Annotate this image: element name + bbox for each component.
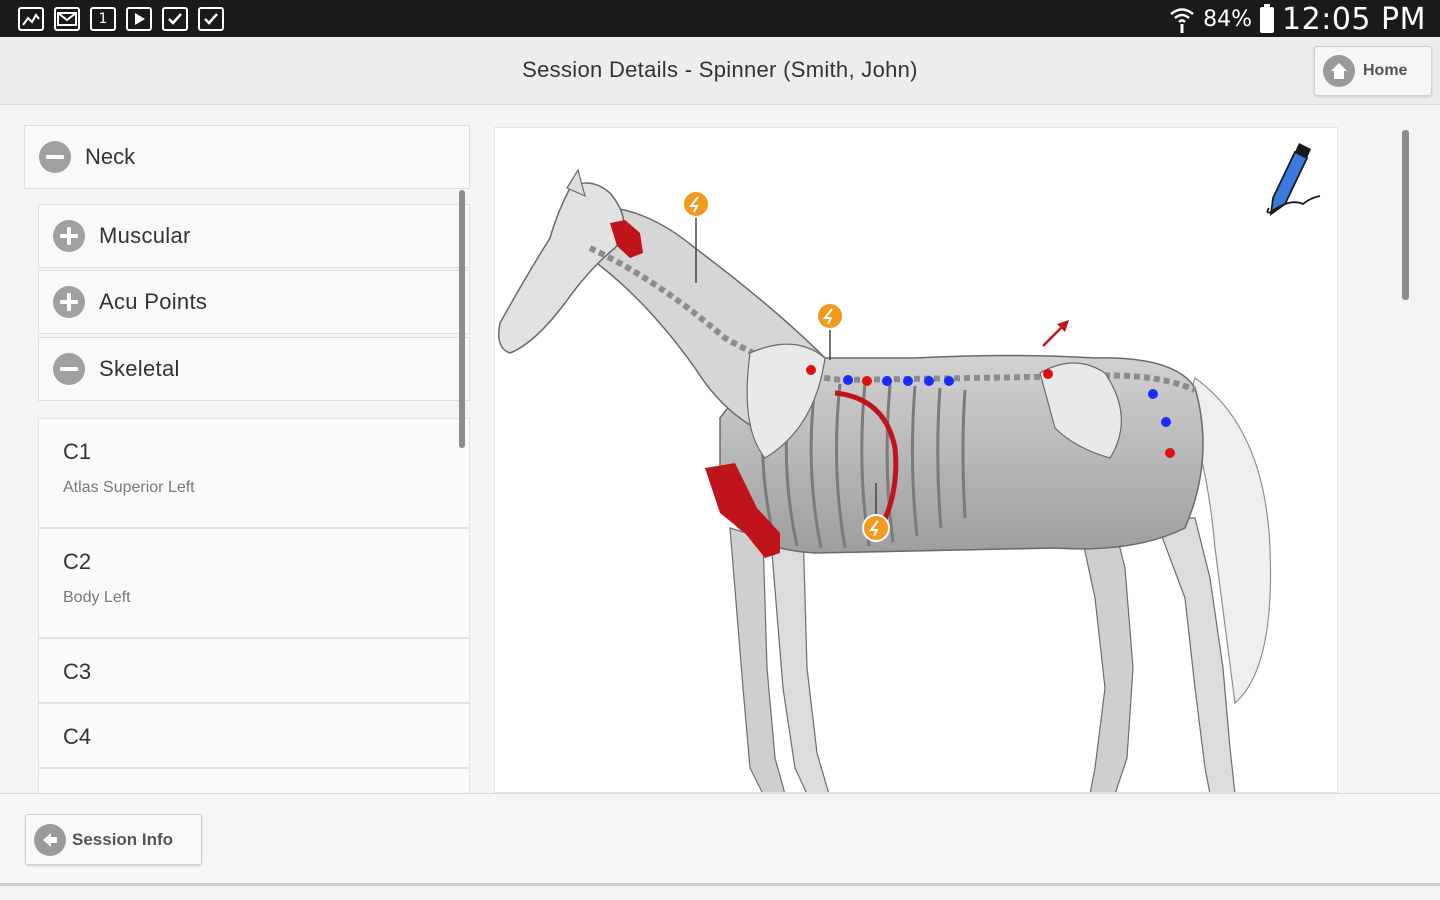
vertebra-c4[interactable]: C4 <box>38 703 470 768</box>
diagram-scrollbar[interactable] <box>1402 130 1409 300</box>
calendar-icon: 1 <box>90 7 116 31</box>
pen-icon[interactable] <box>1266 143 1321 216</box>
list-scrollbar[interactable] <box>459 190 465 448</box>
battery-percent: 84% <box>1203 7 1253 32</box>
category-label: Skeletal <box>99 356 180 381</box>
notification-icons: 1 <box>18 7 224 31</box>
section-label: Neck <box>85 144 136 169</box>
vertebra-name: C1 <box>63 439 92 464</box>
clock: 12:05 PM <box>1282 2 1426 37</box>
wifi-icon <box>1170 7 1194 33</box>
category-label: Acu Points <box>99 289 208 314</box>
vertebra-name: C3 <box>63 659 92 684</box>
back-arrow-icon <box>34 823 66 856</box>
category-skeletal[interactable]: Skeletal <box>38 337 470 401</box>
home-button[interactable]: Home <box>1314 46 1432 96</box>
home-icon <box>1323 55 1355 87</box>
session-info-button[interactable]: Session Info <box>25 814 202 865</box>
mail-icon <box>54 7 80 31</box>
vertebra-name: C4 <box>63 724 92 749</box>
home-label: Home <box>1363 62 1408 79</box>
vertebra-c3[interactable]: C3 <box>38 638 470 703</box>
battery-icon <box>1260 3 1275 33</box>
bottom-divider <box>0 883 1440 886</box>
treatment-pin-withers[interactable] <box>816 302 844 360</box>
gallery-icon <box>18 7 44 31</box>
vertebra-c2[interactable]: C2 Body Left <box>38 528 470 638</box>
anatomy-diagram[interactable] <box>494 127 1338 793</box>
system-indicators: 84% 12:05 PM <box>1169 2 1426 37</box>
category-label: Muscular <box>99 223 191 248</box>
session-info-label: Session Info <box>72 829 174 849</box>
expand-icon <box>53 220 85 252</box>
horse-skeleton-illustration[interactable] <box>495 128 1338 793</box>
tasks-icon <box>162 7 188 31</box>
collapse-icon <box>53 353 85 385</box>
collapse-icon <box>39 141 71 173</box>
bottom-toolbar <box>0 793 1440 885</box>
page-title: Session Details - Spinner (Smith, John) <box>522 57 918 82</box>
vertebra-c5[interactable]: C5 <box>38 768 470 793</box>
category-muscular[interactable]: Muscular <box>38 204 470 268</box>
body-region-list[interactable]: Neck Muscular Acu Points Skeletal C1 Atl… <box>24 125 470 793</box>
app-header: Session Details - Spinner (Smith, John) … <box>0 37 1440 105</box>
play-store-icon <box>126 7 152 31</box>
vertebra-name: C2 <box>63 549 92 574</box>
category-acu-points[interactable]: Acu Points <box>38 270 470 334</box>
vertebra-c1[interactable]: C1 Atlas Superior Left <box>38 418 470 528</box>
system-status-bar: 1 84% 12:05 PM <box>0 0 1440 37</box>
vertebra-description: Body Left <box>63 589 131 606</box>
expand-icon <box>53 286 85 318</box>
direction-arrow[interactable] <box>1042 320 1069 347</box>
calendar-day: 1 <box>98 11 108 27</box>
tasks-check-icon <box>198 7 224 31</box>
section-neck[interactable]: Neck <box>24 125 470 189</box>
vertebra-description: Atlas Superior Left <box>63 479 195 496</box>
